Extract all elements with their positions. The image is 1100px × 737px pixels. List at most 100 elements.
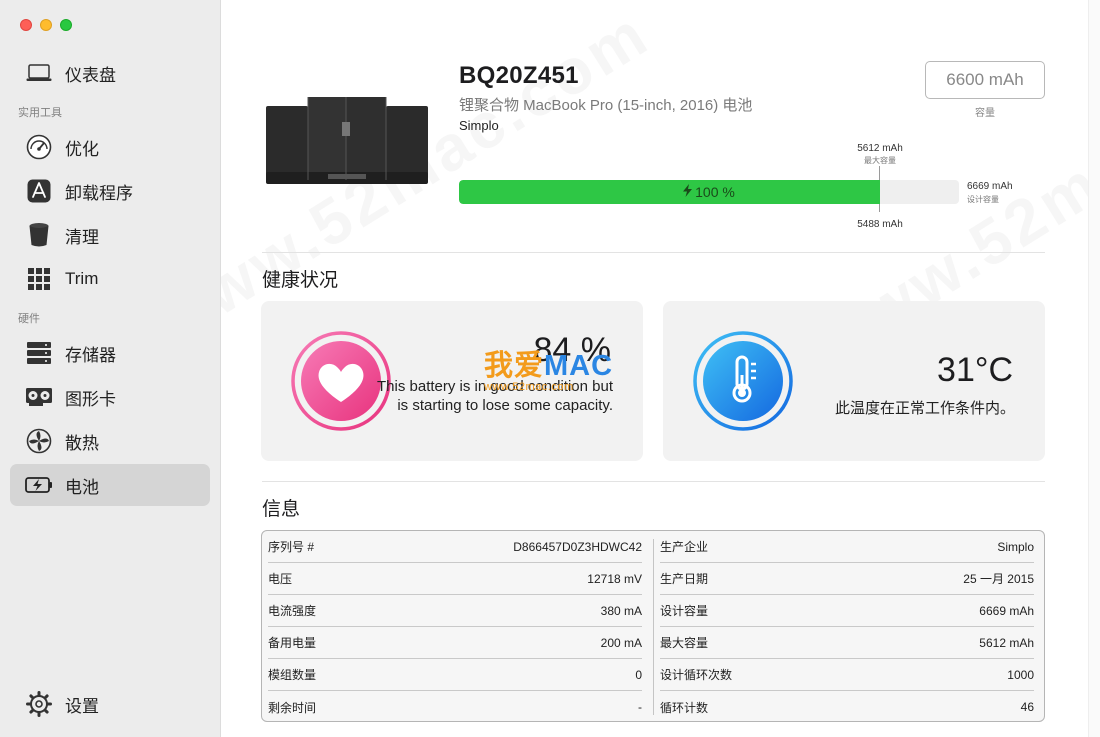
info-value: D866457D0Z3HDWC42 <box>513 539 642 554</box>
info-value: 0 <box>635 667 642 682</box>
table-row: 最大容量 5612 mAh <box>660 627 1034 659</box>
watermark-text-b: MAC <box>544 350 614 382</box>
table-row: 设计循环次数 1000 <box>660 659 1034 691</box>
battery-image <box>266 96 428 186</box>
table-row: 设计容量 6669 mAh <box>660 595 1034 627</box>
info-key: 循环计数 <box>660 700 709 715</box>
main-content: BQ20Z451 锂聚合物 MacBook Pro (15-inch, 2016… <box>222 0 1088 737</box>
info-key: 生产企业 <box>660 540 709 554</box>
min-capacity-value: 5488 mAh <box>857 219 903 230</box>
table-row: 电压 12718 mV <box>268 563 642 595</box>
temperature-card: 31°C 此温度在正常工作条件内。 <box>663 301 1045 461</box>
max-capacity-label: 最大容量 <box>864 156 896 165</box>
window-controls <box>20 19 72 31</box>
close-window-button[interactable] <box>20 19 32 31</box>
divider <box>262 252 1045 253</box>
sidebar-item-settings[interactable]: 设置 <box>10 683 210 725</box>
health-section-title: 健康状况 <box>262 270 339 291</box>
info-key: 设计循环次数 <box>660 668 733 682</box>
sidebar-item-clean[interactable]: 清理 <box>10 214 210 256</box>
info-value: Simplo <box>997 539 1034 554</box>
scrollbar[interactable] <box>1088 0 1100 737</box>
table-row: 剩余时间 - <box>268 691 642 721</box>
trash-bin-icon <box>25 221 53 249</box>
sidebar-item-label: 卸载程序 <box>65 183 133 203</box>
design-capacity-label: 设计容量 <box>967 195 999 204</box>
info-value: 12718 mV <box>587 571 642 586</box>
info-value: 380 mA <box>600 603 642 618</box>
info-value: - <box>638 700 642 714</box>
info-value: 25 一月 2015 <box>963 572 1034 586</box>
info-column-left: 序列号 # D866457D0Z3HDWC42 电压 12718 mV 电流强度 38… <box>262 531 654 721</box>
sidebar-item-dashboard[interactable]: 仪表盘 <box>10 52 210 94</box>
sidebar-item-storage[interactable]: 存储器 <box>10 332 210 374</box>
sidebar-item-label: 电池 <box>65 477 99 497</box>
info-table: 序列号 # D866457D0Z3HDWC42 电压 12718 mV 电流强度 38… <box>261 530 1045 722</box>
info-key: 电流强度 <box>268 604 317 618</box>
sidebar-item-cooling[interactable]: 散热 <box>10 420 210 462</box>
design-capacity-value: 6669 mAh <box>967 181 1013 192</box>
app-window: www.52mac.com www.52mac.com 仪表盘 实用工具 优化 <box>0 0 1100 737</box>
sidebar-item-label: 散热 <box>65 433 99 453</box>
sidebar-item-label: 图形卡 <box>65 389 116 409</box>
sidebar-item-uninstall[interactable]: 卸载程序 <box>10 170 210 212</box>
sidebar-item-trim[interactable]: Trim <box>10 258 210 300</box>
sidebar-item-optimize[interactable]: 优化 <box>10 126 210 168</box>
info-key: 序列号 # <box>268 540 315 554</box>
battery-model-title: BQ20Z451 <box>459 62 579 89</box>
table-row: 生产日期 25 一月 2015 <box>660 563 1034 595</box>
divider <box>262 481 1045 482</box>
watermark-text-a: 我爱 <box>484 350 545 382</box>
sidebar-item-graphics[interactable]: 图形卡 <box>10 376 210 418</box>
sidebar-item-label: 设置 <box>65 696 99 716</box>
charge-bar-text: 100 % <box>459 180 959 204</box>
sidebar-item-label: 存储器 <box>65 345 116 365</box>
sidebar-item-label: Trim <box>65 269 99 288</box>
lightning-icon <box>683 184 693 200</box>
table-row: 序列号 # D866457D0Z3HDWC42 <box>268 531 642 563</box>
battery-manufacturer: Simplo <box>459 118 499 133</box>
info-key: 电压 <box>268 572 293 586</box>
battery-charging-icon <box>25 471 53 499</box>
zoom-window-button[interactable] <box>60 19 72 31</box>
graphics-card-icon <box>25 383 53 411</box>
grid-icon <box>25 265 53 293</box>
table-row: 模组数量 0 <box>268 659 642 691</box>
table-row: 循环计数 46 <box>660 691 1034 721</box>
charge-percent: 100 % <box>695 184 735 200</box>
sidebar-item-label: 清理 <box>65 227 99 247</box>
charge-bar: 100 % <box>459 180 959 204</box>
section-label-hardware: 硬件 <box>18 313 40 325</box>
battery-subtitle: 锂聚合物 MacBook Pro (15-inch, 2016) 电池 <box>459 97 753 114</box>
info-key: 生产日期 <box>660 572 709 586</box>
capacity-label: 容量 <box>975 108 995 119</box>
table-row: 生产企业 Simplo <box>660 531 1034 563</box>
info-key: 最大容量 <box>660 636 709 650</box>
info-value: 1000 <box>1007 667 1034 682</box>
min-capacity-tick <box>879 204 880 212</box>
fan-icon <box>25 427 53 455</box>
temperature-description: 此温度在正常工作条件内。 <box>834 400 1015 417</box>
info-value: 46 <box>1020 700 1034 714</box>
info-key: 模组数量 <box>268 668 317 682</box>
watermark-logo: 我爱MAC www.52mac.com <box>484 342 634 393</box>
gauge-icon <box>25 133 53 161</box>
minimize-window-button[interactable] <box>40 19 52 31</box>
info-section-title: 信息 <box>262 499 301 520</box>
table-row: 电流强度 380 mA <box>268 595 642 627</box>
info-key: 剩余时间 <box>268 700 317 715</box>
info-value: 6669 mAh <box>979 603 1034 618</box>
info-value: 200 mA <box>600 635 642 650</box>
capacity-field: 6600 mAh <box>925 61 1045 99</box>
max-capacity-value: 5612 mAh <box>857 143 903 154</box>
info-column-right: 生产企业 Simplo 生产日期 25 一月 2015 设计容量 6669 mAh 最… <box>654 531 1044 721</box>
info-key: 设计容量 <box>660 604 709 618</box>
server-icon <box>25 339 53 367</box>
info-value: 5612 mAh <box>979 635 1034 650</box>
temperature-value: 31°C <box>937 351 1013 389</box>
sidebar-item-label: 仪表盘 <box>65 65 116 85</box>
app-store-icon <box>25 177 53 205</box>
laptop-icon <box>25 59 53 87</box>
sidebar-item-battery[interactable]: 电池 <box>10 464 210 506</box>
gear-icon <box>25 690 53 718</box>
